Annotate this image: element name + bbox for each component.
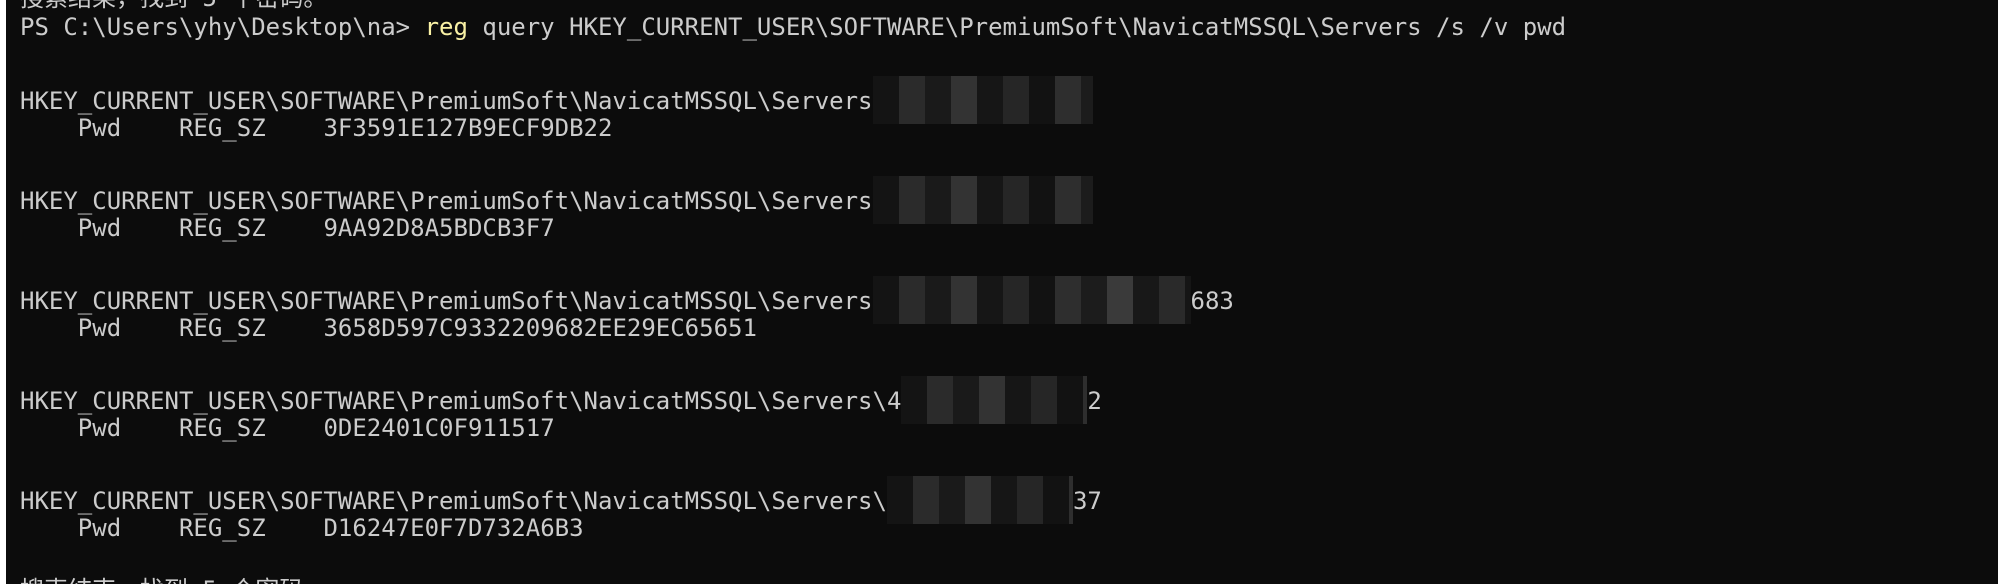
registry-key-line: HKEY_CURRENT_USER\SOFTWARE\PremiumSoft\N… [20,376,1102,424]
value-data: D16247E0F7D732A6B3 [323,514,584,542]
registry-key-line: HKEY_CURRENT_USER\SOFTWARE\PremiumSoft\N… [20,76,1093,124]
value-data: 3658D597C9332209682EE29EC65651 [323,314,757,342]
value-type: REG_SZ [178,314,266,342]
command-args: query HKEY_CURRENT_USER\SOFTWARE\Premium… [467,13,1567,41]
registry-key-suffix: 2 [1087,387,1102,415]
value-type: REG_SZ [178,114,266,142]
registry-key-line: HKEY_CURRENT_USER\SOFTWARE\PremiumSoft\N… [20,276,1234,324]
value-name: Pwd [77,414,122,442]
redacted-pixelation [901,376,1088,424]
terminal-window[interactable]: 搜索结果，找到 5 个密码。 PS C:\Users\yhy\Desktop\n… [6,0,1998,584]
value-type: REG_SZ [178,514,266,542]
value-data: 9AA92D8A5BDCB3F7 [323,214,555,242]
value-data: 0DE2401C0F911517 [323,414,555,442]
value-name: Pwd [77,314,122,342]
registry-value-line: Pwd REG_SZ 3658D597C9332209682EE29EC6565… [20,312,757,344]
prompt: PS C:\Users\yhy\Desktop\na> [20,13,425,41]
redacted-pixelation [872,76,1093,124]
registry-key-suffix: 683 [1190,287,1234,315]
value-type: REG_SZ [178,214,266,242]
registry-value-line: Pwd REG_SZ 3F3591E127B9ECF9DB22 [20,112,613,144]
value-data: 3F3591E127B9ECF9DB22 [323,114,613,142]
registry-key-line: HKEY_CURRENT_USER\SOFTWARE\PremiumSoft\N… [20,176,1093,224]
registry-key-suffix: 37 [1072,487,1102,515]
value-type: REG_SZ [178,414,266,442]
registry-value-line: Pwd REG_SZ 0DE2401C0F911517 [20,412,555,444]
registry-key-path: HKEY_CURRENT_USER\SOFTWARE\PremiumSoft\N… [20,287,873,315]
registry-key-line: HKEY_CURRENT_USER\SOFTWARE\PremiumSoft\N… [20,476,1102,524]
redacted-pixelation [872,176,1093,224]
partial-output-line-bottom: 搜索结束，找到 5 个密码。 [20,574,327,584]
value-name: Pwd [77,214,122,242]
registry-key-path: HKEY_CURRENT_USER\SOFTWARE\PremiumSoft\N… [20,387,902,415]
registry-key-path: HKEY_CURRENT_USER\SOFTWARE\PremiumSoft\N… [20,187,873,215]
redacted-pixelation [886,476,1073,524]
value-name: Pwd [77,514,122,542]
command-keyword: reg [424,13,468,41]
redacted-pixelation [872,276,1191,324]
registry-key-path: HKEY_CURRENT_USER\SOFTWARE\PremiumSoft\N… [20,87,873,115]
command-line: PS C:\Users\yhy\Desktop\na> reg query HK… [20,11,1566,43]
value-name: Pwd [77,114,122,142]
registry-value-line: Pwd REG_SZ D16247E0F7D732A6B3 [20,512,584,544]
registry-key-path: HKEY_CURRENT_USER\SOFTWARE\PremiumSoft\N… [20,487,887,515]
registry-value-line: Pwd REG_SZ 9AA92D8A5BDCB3F7 [20,212,555,244]
